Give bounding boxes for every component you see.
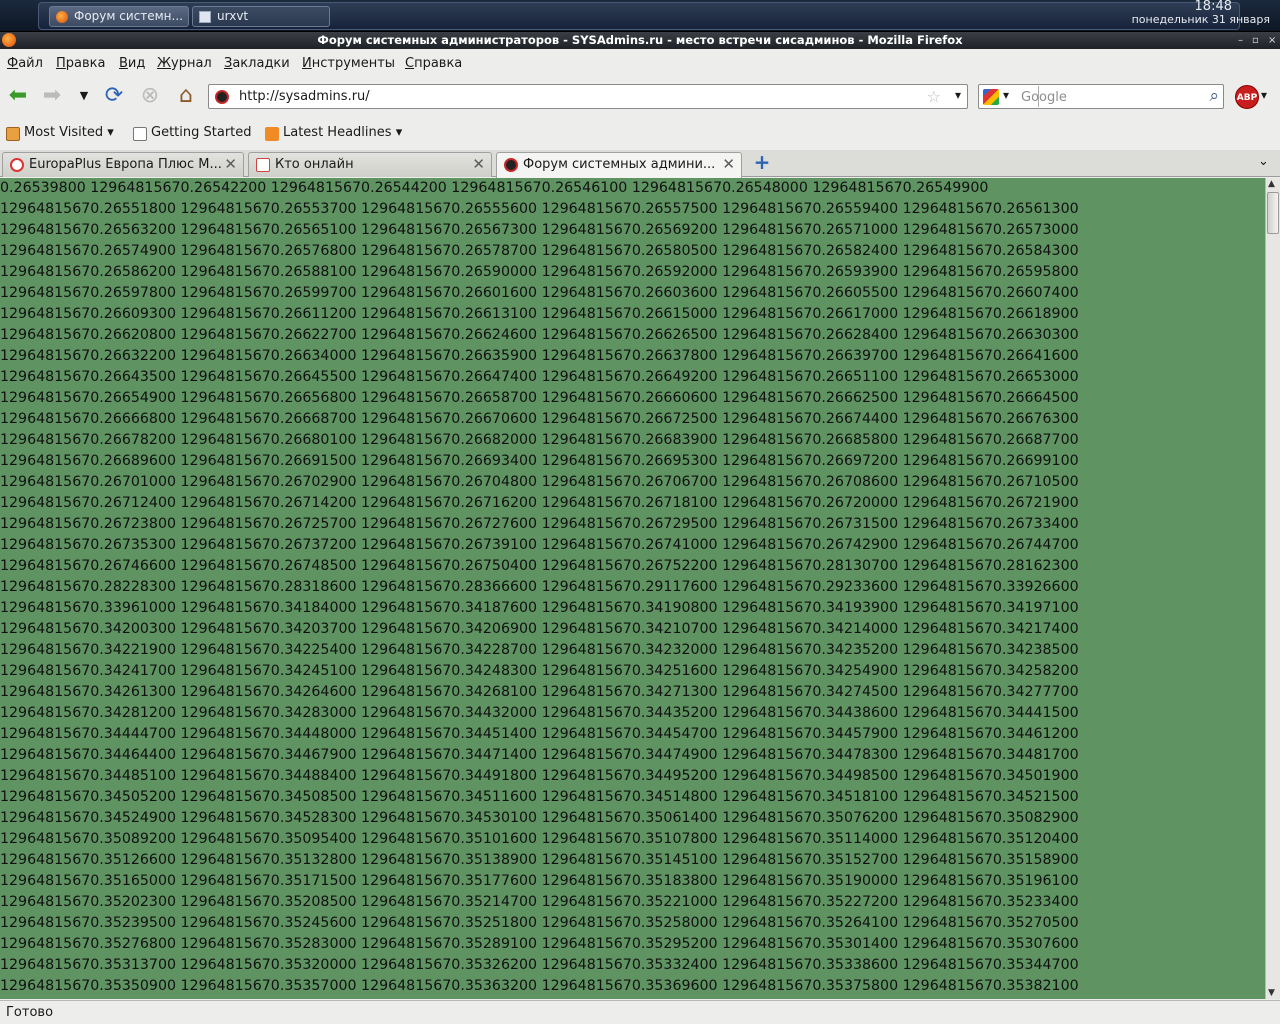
forum-favicon-icon [256,158,270,172]
europaplus-favicon-icon [10,158,24,172]
reload-icon[interactable]: ⟳ [100,82,128,110]
tab-sysadmins-forum[interactable]: Форум системных админи... ✕ [496,152,742,178]
task-list: Форум системн... urxvt [38,2,1240,30]
close-tab-icon[interactable]: ✕ [472,153,485,176]
back-icon[interactable]: ⬅ [4,82,32,110]
minimize-button[interactable]: – [1238,32,1243,49]
tab-who-online[interactable]: Кто онлайн ✕ [248,152,492,177]
history-dropdown-icon[interactable]: ▼ [70,82,98,110]
clock-date: понедельник 31 января [1131,13,1270,26]
search-separator [1038,86,1039,107]
task-urxvt[interactable]: urxvt [192,6,330,27]
task-label: urxvt [217,9,249,23]
search-input[interactable]: Google [1021,90,1067,105]
home-icon[interactable]: ⌂ [172,82,200,110]
tab-europaplus[interactable]: EuropaPlus Европа Плюс М... ✕ [2,152,244,177]
bookmark-getting-started[interactable]: Getting Started [133,125,252,141]
forward-icon[interactable]: ➡ [38,82,66,110]
search-bar[interactable]: ▾ Google ⌕ [978,84,1224,109]
most-visited-icon [6,127,20,141]
close-window-button[interactable]: × [1268,32,1276,49]
stop-icon[interactable]: ⊗ [136,82,164,110]
site-favicon-icon [215,90,229,104]
menu-file[interactable]: Файл [7,56,43,71]
scroll-down-icon[interactable]: ▼ [1268,988,1275,998]
scrollbar-thumb[interactable] [1267,192,1279,234]
tab-label: Форум системных админи... [523,157,716,172]
tab-label: Кто онлайн [275,157,354,172]
search-engine-dropdown-icon[interactable]: ▾ [1003,88,1009,102]
status-text: Готово [6,1005,54,1020]
page-content: 0.26539800 12964815670.26542200 12964815… [0,178,1265,999]
bookmarks-toolbar: Most Visited ▾ Getting Started Latest He… [0,122,1280,146]
menu-tools[interactable]: Инструменты [302,56,395,71]
url-input[interactable]: http://sysadmins.ru/ [239,89,370,104]
terminal-icon [199,11,211,23]
new-tab-icon[interactable]: + [752,152,772,172]
menu-history[interactable]: Журнал [157,56,212,71]
search-icon[interactable]: ⌕ [1209,86,1219,106]
window-titlebar[interactable]: Форум системных администраторов - SYSAdm… [0,32,1280,49]
menu-help[interactable]: Справка [405,56,462,71]
firefox-icon[interactable] [2,33,16,47]
status-bar: Готово [0,1000,1280,1024]
desktop-taskbar: Форум системн... urxvt 18:48 понедельник… [0,0,1280,32]
list-all-tabs-icon[interactable]: ⌄ [1258,154,1269,169]
scroll-up-icon[interactable]: ▲ [1268,179,1275,189]
url-dropdown-icon[interactable]: ▾ [955,88,961,102]
task-firefox[interactable]: Форум системн... [49,6,189,27]
page-icon [133,127,147,141]
sysadmins-favicon-icon [504,158,518,172]
clock-time: 18:48 [1194,0,1232,14]
url-bar[interactable]: http://sysadmins.ru/ ☆ ▾ [208,84,968,109]
tab-label: EuropaPlus Европа Плюс М... [29,157,222,172]
menu-bar: Файл Правка Вид Журнал Закладки Инструме… [0,52,1280,76]
timestamp-dump-text: 0.26539800 12964815670.26542200 12964815… [0,180,1079,994]
tab-strip: EuropaPlus Европа Плюс М... ✕ Кто онлайн… [0,150,1280,178]
maximize-button[interactable]: ▫ [1252,32,1259,49]
clock[interactable]: 18:48 понедельник 31 января [1132,0,1270,26]
close-tab-icon[interactable]: ✕ [722,153,735,176]
bookmark-latest-headlines[interactable]: Latest Headlines ▾ [265,125,402,141]
menu-edit[interactable]: Правка [56,56,105,71]
menu-view[interactable]: Вид [119,56,145,71]
adblock-dropdown-icon[interactable]: ▾ [1261,88,1267,102]
bookmark-star-icon[interactable]: ☆ [927,87,941,106]
adblock-plus-button[interactable]: ABP [1235,85,1259,109]
firefox-icon [56,11,68,23]
google-icon[interactable] [983,89,999,105]
rss-icon [265,127,279,141]
vertical-scrollbar[interactable]: ▲ ▼ [1265,178,1280,999]
menu-bookmarks[interactable]: Закладки [224,56,290,71]
task-label: Форум системн... [74,9,183,23]
bookmark-most-visited[interactable]: Most Visited ▾ [6,125,114,141]
close-tab-icon[interactable]: ✕ [224,153,237,176]
window-title: Форум системных администраторов - SYSAdm… [317,33,963,47]
